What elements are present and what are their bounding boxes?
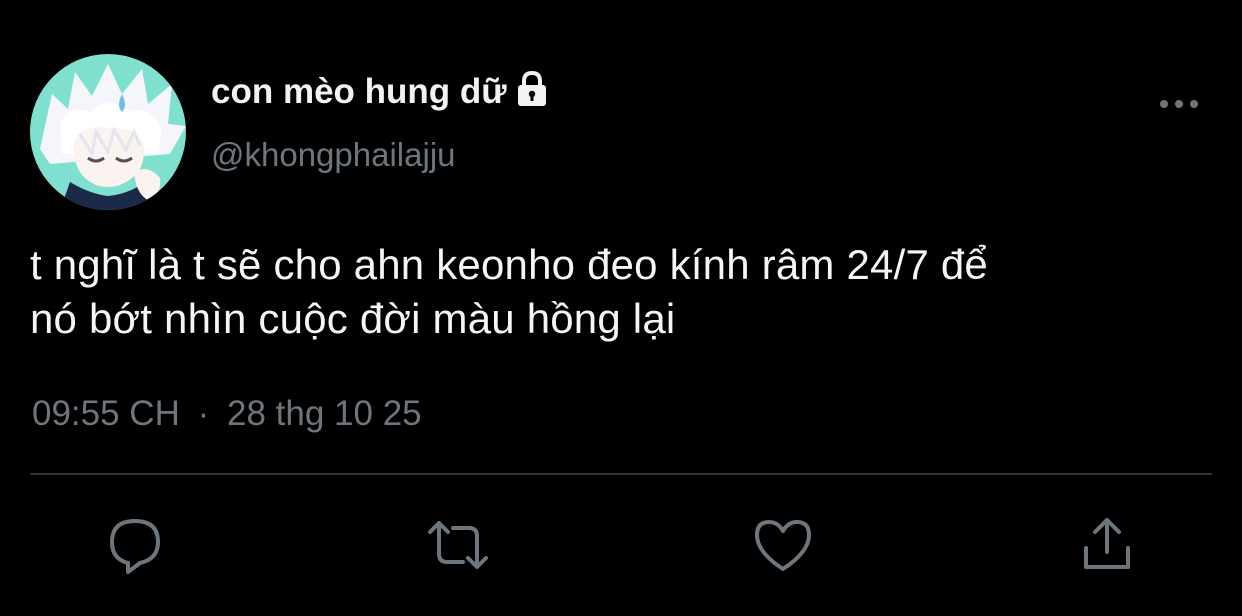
retweet-button[interactable]	[425, 512, 491, 578]
tweet-text-line: nó bớt nhìn cuộc đời màu hồng lại	[30, 295, 676, 342]
tweet-time[interactable]: 09:55 CH	[32, 394, 180, 434]
avatar-image	[30, 54, 186, 210]
lock-icon	[514, 70, 550, 108]
divider	[30, 473, 1212, 475]
reply-button[interactable]	[102, 512, 168, 578]
handle[interactable]: @khongphailajju	[211, 136, 456, 174]
display-name[interactable]: con mèo hung dữ	[211, 72, 507, 112]
tweet-date[interactable]: 28 thg 10 25	[227, 394, 422, 434]
meta-separator: ·	[197, 394, 210, 433]
tweet-text-line: t nghĩ là t sẽ cho ahn keonho đeo kính r…	[30, 241, 988, 288]
like-button[interactable]	[750, 512, 816, 578]
more-icon[interactable]	[1156, 90, 1202, 118]
avatar[interactable]	[30, 54, 186, 210]
display-name-row: con mèo hung dữ	[211, 70, 550, 114]
share-button[interactable]	[1074, 512, 1140, 578]
tweet-text: t nghĩ là t sẽ cho ahn keonho đeo kính r…	[30, 238, 1210, 346]
tweet-detail: con mèo hung dữ @khongphailajju t nghĩ l…	[0, 0, 1242, 616]
heart-icon	[755, 520, 811, 571]
share-icon	[1084, 518, 1130, 569]
tweet-timestamp: 09:55 CH · 28 thg 10 25	[32, 394, 422, 434]
reply-icon	[110, 519, 160, 574]
retweet-icon	[428, 521, 488, 569]
